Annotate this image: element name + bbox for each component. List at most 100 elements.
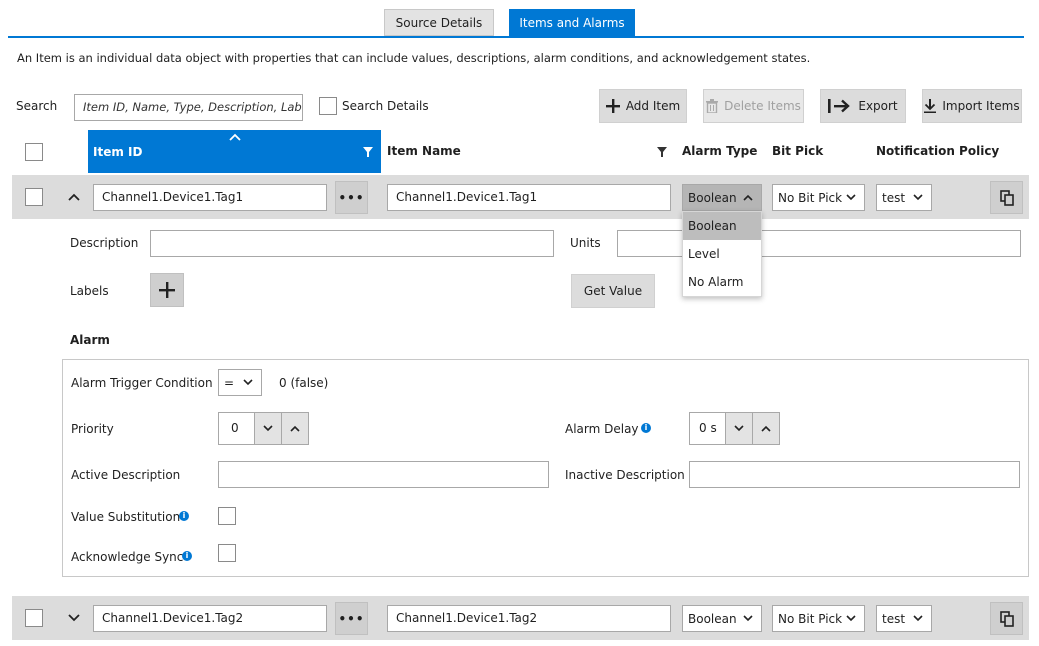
chevron-down-icon (913, 615, 923, 622)
value-substitution-checkbox[interactable] (218, 507, 236, 525)
value-substitution-label: Value Substitution (71, 510, 181, 524)
tab-underline (8, 36, 1024, 38)
tab-source-details[interactable]: Source Details (384, 9, 494, 36)
trigger-operator-select[interactable]: = (218, 369, 262, 396)
export-arrow-icon (828, 99, 851, 113)
delay-decrement-button[interactable] (725, 413, 752, 444)
inactive-description-label: Inactive Description (565, 468, 685, 482)
import-download-icon (924, 99, 937, 113)
active-description-label: Active Description (71, 468, 181, 482)
search-label: Search (16, 99, 58, 113)
search-details-checkbox[interactable] (319, 97, 337, 115)
priority-increment-button[interactable] (281, 413, 308, 444)
add-item-label: Add Item (625, 99, 681, 113)
row-checkbox[interactable] (25, 188, 43, 206)
notification-policy-column-header[interactable]: Notification Policy (876, 130, 999, 173)
item-name-field[interactable]: Channel1.Device1.Tag1 (387, 184, 671, 211)
search-details-label: Search Details (342, 99, 429, 113)
alarm-type-dropdown: Boolean Level No Alarm (682, 211, 762, 297)
tab-items-and-alarms[interactable]: Items and Alarms (509, 9, 635, 36)
chevron-up-icon[interactable] (68, 193, 80, 201)
info-icon[interactable]: i (179, 511, 189, 521)
delay-increment-button[interactable] (752, 413, 779, 444)
units-label: Units (570, 236, 601, 250)
plus-icon (605, 99, 620, 113)
chevron-up-icon (290, 425, 300, 432)
copy-button[interactable] (990, 602, 1023, 635)
select-all-checkbox[interactable] (25, 143, 43, 161)
delete-items-label: Delete Items (724, 99, 801, 113)
active-description-input[interactable] (218, 461, 549, 488)
copy-button[interactable] (990, 181, 1023, 214)
acknowledge-sync-label: Acknowledge Sync (71, 550, 184, 564)
alarm-delay-stepper[interactable]: 0 s (689, 412, 780, 445)
import-items-button[interactable]: Import Items (922, 89, 1022, 123)
browse-button[interactable]: ••• (335, 602, 368, 635)
trigger-operator-value: = (224, 375, 235, 390)
notification-policy-value: test (882, 190, 906, 205)
priority-decrement-button[interactable] (254, 413, 281, 444)
export-button[interactable]: Export (820, 89, 906, 123)
filter-icon[interactable] (363, 147, 373, 157)
alarm-delay-value: 0 s (699, 421, 717, 435)
intro-text: An Item is an individual data object wit… (17, 51, 811, 65)
export-label: Export (858, 99, 898, 113)
chevron-down-icon[interactable] (68, 614, 80, 622)
copy-icon (999, 610, 1014, 627)
alarm-type-select[interactable]: Boolean (682, 184, 762, 211)
alarm-type-value: Boolean (688, 190, 737, 205)
priority-stepper[interactable]: 0 (218, 412, 309, 445)
bit-pick-select[interactable]: No Bit Pick (772, 184, 865, 211)
chevron-down-icon (734, 425, 744, 432)
info-icon[interactable]: i (182, 551, 192, 561)
copy-icon (999, 189, 1014, 206)
get-value-button[interactable]: Get Value (571, 274, 655, 308)
alarm-type-column-header[interactable]: Alarm Type (682, 130, 757, 173)
trigger-value-text: 0 (false) (279, 376, 329, 390)
chevron-down-icon (846, 194, 856, 201)
notification-policy-select[interactable]: test (876, 184, 932, 211)
add-label-button[interactable] (150, 273, 184, 307)
acknowledge-sync-checkbox[interactable] (218, 544, 236, 562)
description-input[interactable] (150, 230, 554, 257)
item-name-column-header[interactable]: Item Name (387, 130, 461, 173)
alarm-trigger-label: Alarm Trigger Condition (71, 376, 213, 390)
labels-label: Labels (70, 284, 109, 298)
chevron-up-icon (743, 194, 753, 201)
item-id-column-header[interactable]: Item ID (88, 130, 381, 173)
import-items-label: Import Items (942, 99, 1020, 113)
search-input[interactable]: Item ID, Name, Type, Description, Labels (74, 94, 303, 121)
bit-pick-column-header[interactable]: Bit Pick (772, 130, 823, 173)
chevron-down-icon (243, 379, 253, 386)
add-item-button[interactable]: Add Item (599, 89, 687, 123)
alarm-type-select[interactable]: Boolean (682, 605, 762, 632)
bit-pick-select[interactable]: No Bit Pick (772, 605, 865, 632)
units-input[interactable] (617, 230, 1021, 257)
notification-policy-select[interactable]: test (876, 605, 932, 632)
alarm-type-value: Boolean (688, 611, 737, 626)
chevron-down-icon (743, 615, 753, 622)
chevron-down-icon (913, 194, 923, 201)
more-dots-icon: ••• (338, 611, 365, 626)
item-id-field[interactable]: Channel1.Device1.Tag1 (93, 184, 327, 211)
alarm-type-option-boolean[interactable]: Boolean (683, 212, 761, 240)
sort-ascending-icon (229, 133, 241, 141)
alarm-type-option-no-alarm[interactable]: No Alarm (683, 268, 761, 296)
item-name-field[interactable]: Channel1.Device1.Tag2 (387, 605, 671, 632)
description-label: Description (70, 236, 139, 250)
inactive-description-input[interactable] (689, 461, 1020, 488)
chevron-down-icon (263, 425, 273, 432)
item-id-field[interactable]: Channel1.Device1.Tag2 (93, 605, 327, 632)
delete-items-button[interactable]: Delete Items (703, 89, 804, 123)
trash-icon (706, 99, 719, 113)
notification-policy-value: test (882, 611, 906, 626)
bit-pick-value: No Bit Pick (778, 190, 843, 205)
info-icon[interactable]: i (641, 423, 651, 433)
filter-icon[interactable] (657, 147, 667, 157)
row-checkbox[interactable] (25, 609, 43, 627)
bit-pick-value: No Bit Pick (778, 611, 843, 626)
plus-icon (159, 282, 175, 298)
browse-button[interactable]: ••• (335, 181, 368, 214)
alarm-type-option-level[interactable]: Level (683, 240, 761, 268)
priority-value: 0 (231, 421, 239, 435)
